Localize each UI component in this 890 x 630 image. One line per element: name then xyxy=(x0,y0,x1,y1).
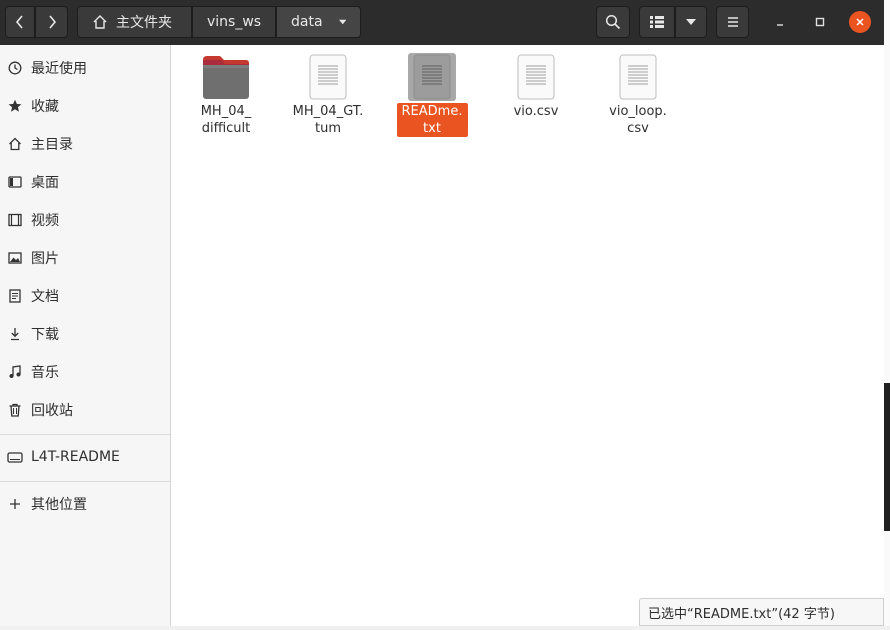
sidebar-item-label: L4T-README xyxy=(31,449,120,465)
background-window-bottom-edge xyxy=(0,626,890,630)
text-file-icon xyxy=(304,53,352,101)
chevron-left-icon xyxy=(15,15,23,29)
close-icon xyxy=(856,18,864,26)
folder-icon xyxy=(202,53,250,101)
search-button[interactable] xyxy=(596,6,630,38)
minimize-icon xyxy=(777,24,783,26)
maximize-button[interactable] xyxy=(809,11,831,33)
music-icon xyxy=(7,364,23,380)
sidebar-item-label: 主目录 xyxy=(31,137,73,153)
status-text: 已选中“README.txt”(42 字节) xyxy=(648,606,835,622)
sidebar-item-label: 视频 xyxy=(31,213,59,229)
sidebar-item-label: 回收站 xyxy=(31,403,73,419)
list-view-icon xyxy=(650,16,664,28)
sidebar-item-downloads[interactable]: 下载 xyxy=(0,319,170,349)
menu-button[interactable] xyxy=(716,6,749,38)
breadcrumb-vins-ws[interactable]: vins_ws xyxy=(192,6,276,38)
breadcrumb-label: vins_ws xyxy=(207,14,262,30)
file-name: READme. txt xyxy=(396,103,468,137)
file-item-vio-loop-csv[interactable]: vio_loop. csv xyxy=(598,53,678,137)
file-grid: MH_04_ difficult MH_04_GT. tum READme. txt … xyxy=(172,45,884,626)
breadcrumb-data[interactable]: data xyxy=(276,6,361,38)
sidebar-item-videos[interactable]: 视频 xyxy=(0,205,170,235)
sidebar-item-desktop[interactable]: 桌面 xyxy=(0,167,170,197)
file-name: vio_loop. csv xyxy=(609,104,667,136)
sidebar-item-starred[interactable]: 收藏 xyxy=(0,91,170,121)
home-icon xyxy=(93,15,107,29)
status-bar: 已选中“README.txt”(42 字节) xyxy=(639,598,884,626)
sidebar-item-label: 下载 xyxy=(31,327,59,343)
forward-button[interactable] xyxy=(35,6,68,38)
minimize-button[interactable] xyxy=(769,11,791,33)
clock-icon xyxy=(7,60,23,76)
sidebar-item-l4t-readme[interactable]: L4T-README xyxy=(0,442,170,472)
file-name: MH_04_GT. tum xyxy=(292,104,364,136)
maximize-icon xyxy=(815,17,825,27)
sidebar-item-label: 图片 xyxy=(31,251,59,267)
breadcrumb-home[interactable]: 主文件夹 xyxy=(77,6,192,38)
file-item-readme-txt[interactable]: READme. txt xyxy=(392,53,472,137)
background-window-dark-panel xyxy=(884,383,890,531)
breadcrumb-label: data xyxy=(291,14,323,30)
back-button[interactable] xyxy=(5,6,35,38)
sidebar-item-pictures[interactable]: 图片 xyxy=(0,243,170,273)
sidebar-item-music[interactable]: 音乐 xyxy=(0,357,170,387)
file-item-mh04-difficult[interactable]: MH_04_ difficult xyxy=(186,53,266,137)
sidebar-item-home[interactable]: 主目录 xyxy=(0,129,170,159)
breadcrumb-label: 主文件夹 xyxy=(116,15,172,31)
trash-icon xyxy=(7,402,23,418)
image-icon xyxy=(7,250,23,266)
sidebar-item-label: 桌面 xyxy=(31,175,59,191)
chevron-right-icon xyxy=(48,15,56,29)
plus-icon xyxy=(7,496,23,512)
view-mode-button[interactable] xyxy=(639,6,675,38)
sidebar-item-label: 文档 xyxy=(31,289,59,305)
file-name: vio.csv xyxy=(513,104,559,119)
sidebar-item-label: 音乐 xyxy=(31,365,59,381)
sidebar-divider xyxy=(0,434,170,435)
home-icon xyxy=(7,136,23,152)
text-file-icon xyxy=(408,53,456,101)
file-manager-window: 主文件夹 vins_ws data 最近使用 收藏 主目录 桌面 视频 图片 文… xyxy=(0,0,884,626)
sidebar-divider xyxy=(0,481,170,482)
file-item-vio-csv[interactable]: vio.csv xyxy=(496,53,576,120)
sidebar-item-label: 其他位置 xyxy=(31,497,87,513)
file-item-mh04-gt-tum[interactable]: MH_04_GT. tum xyxy=(288,53,368,137)
sidebar-item-documents[interactable]: 文档 xyxy=(0,281,170,311)
star-icon xyxy=(7,98,23,114)
drive-icon xyxy=(7,449,23,465)
file-name: MH_04_ difficult xyxy=(200,104,252,136)
text-file-icon xyxy=(614,53,662,101)
caret-down-icon xyxy=(686,19,696,25)
caret-down-icon[interactable] xyxy=(338,19,346,25)
download-icon xyxy=(7,326,23,342)
background-window-edge xyxy=(884,0,890,630)
desktop-icon xyxy=(7,174,23,190)
sidebar-item-recent[interactable]: 最近使用 xyxy=(0,53,170,83)
text-file-icon xyxy=(512,53,560,101)
document-icon xyxy=(7,288,23,304)
sidebar: 最近使用 收藏 主目录 桌面 视频 图片 文档 下载 音乐 回收站 L4T-RE… xyxy=(0,45,171,626)
hamburger-icon xyxy=(727,17,738,27)
video-icon xyxy=(7,212,23,228)
search-icon xyxy=(605,14,621,30)
view-options-button[interactable] xyxy=(675,6,707,38)
close-button[interactable] xyxy=(849,11,871,33)
header-bar: 主文件夹 vins_ws data xyxy=(0,0,884,45)
sidebar-item-label: 最近使用 xyxy=(31,61,87,77)
sidebar-item-label: 收藏 xyxy=(31,99,59,115)
sidebar-item-other-locations[interactable]: 其他位置 xyxy=(0,489,170,519)
sidebar-item-trash[interactable]: 回收站 xyxy=(0,395,170,425)
